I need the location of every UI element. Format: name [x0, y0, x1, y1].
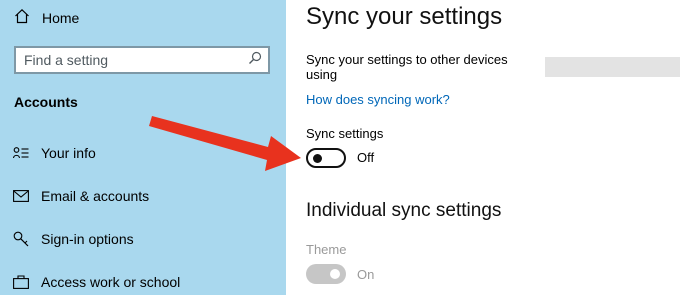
- briefcase-icon: [12, 274, 30, 290]
- envelope-icon: [12, 188, 30, 204]
- how-syncing-works-link[interactable]: How does syncing work?: [306, 92, 450, 107]
- sync-description: Sync your settings to other devices usin…: [306, 52, 680, 82]
- sidebar: Home Find a setting Accounts Your info E…: [0, 0, 286, 295]
- theme-label: Theme: [306, 242, 347, 257]
- sidebar-item-sign-in-options[interactable]: Sign-in options: [12, 231, 134, 247]
- person-card-icon: [12, 145, 30, 161]
- sidebar-item-label: Email & accounts: [41, 188, 150, 204]
- description-text: Sync your settings to other devices usin…: [306, 52, 508, 82]
- home-label: Home: [42, 10, 80, 26]
- section-title: Accounts: [14, 94, 78, 110]
- home-icon: [14, 8, 30, 29]
- key-icon: [12, 231, 30, 247]
- toggle-knob: [313, 154, 322, 163]
- search-placeholder: Find a setting: [24, 52, 109, 68]
- sidebar-item-label: Your info: [41, 145, 96, 161]
- main-content: Sync your settings Sync your settings to…: [306, 0, 680, 295]
- sidebar-item-label: Sign-in options: [41, 231, 134, 247]
- page-title: Sync your settings: [306, 3, 503, 30]
- individual-sync-heading: Individual sync settings: [306, 200, 502, 221]
- sidebar-item-access-work-or-school[interactable]: Access work or school: [12, 274, 180, 290]
- sync-settings-state: Off: [357, 150, 375, 165]
- theme-state: On: [357, 267, 375, 282]
- toggle-knob: [330, 269, 340, 279]
- sidebar-item-your-info[interactable]: Your info: [12, 145, 96, 161]
- theme-toggle[interactable]: [306, 264, 346, 284]
- sync-settings-label: Sync settings: [306, 126, 384, 141]
- sidebar-item-label: Access work or school: [41, 274, 181, 290]
- sidebar-item-home[interactable]: Home: [14, 8, 79, 28]
- search-icon[interactable]: [248, 51, 262, 70]
- search-input[interactable]: Find a setting: [14, 46, 270, 74]
- redacted-text: [544, 57, 680, 77]
- sync-settings-toggle[interactable]: [306, 148, 346, 168]
- sidebar-item-email-accounts[interactable]: Email & accounts: [12, 188, 149, 204]
